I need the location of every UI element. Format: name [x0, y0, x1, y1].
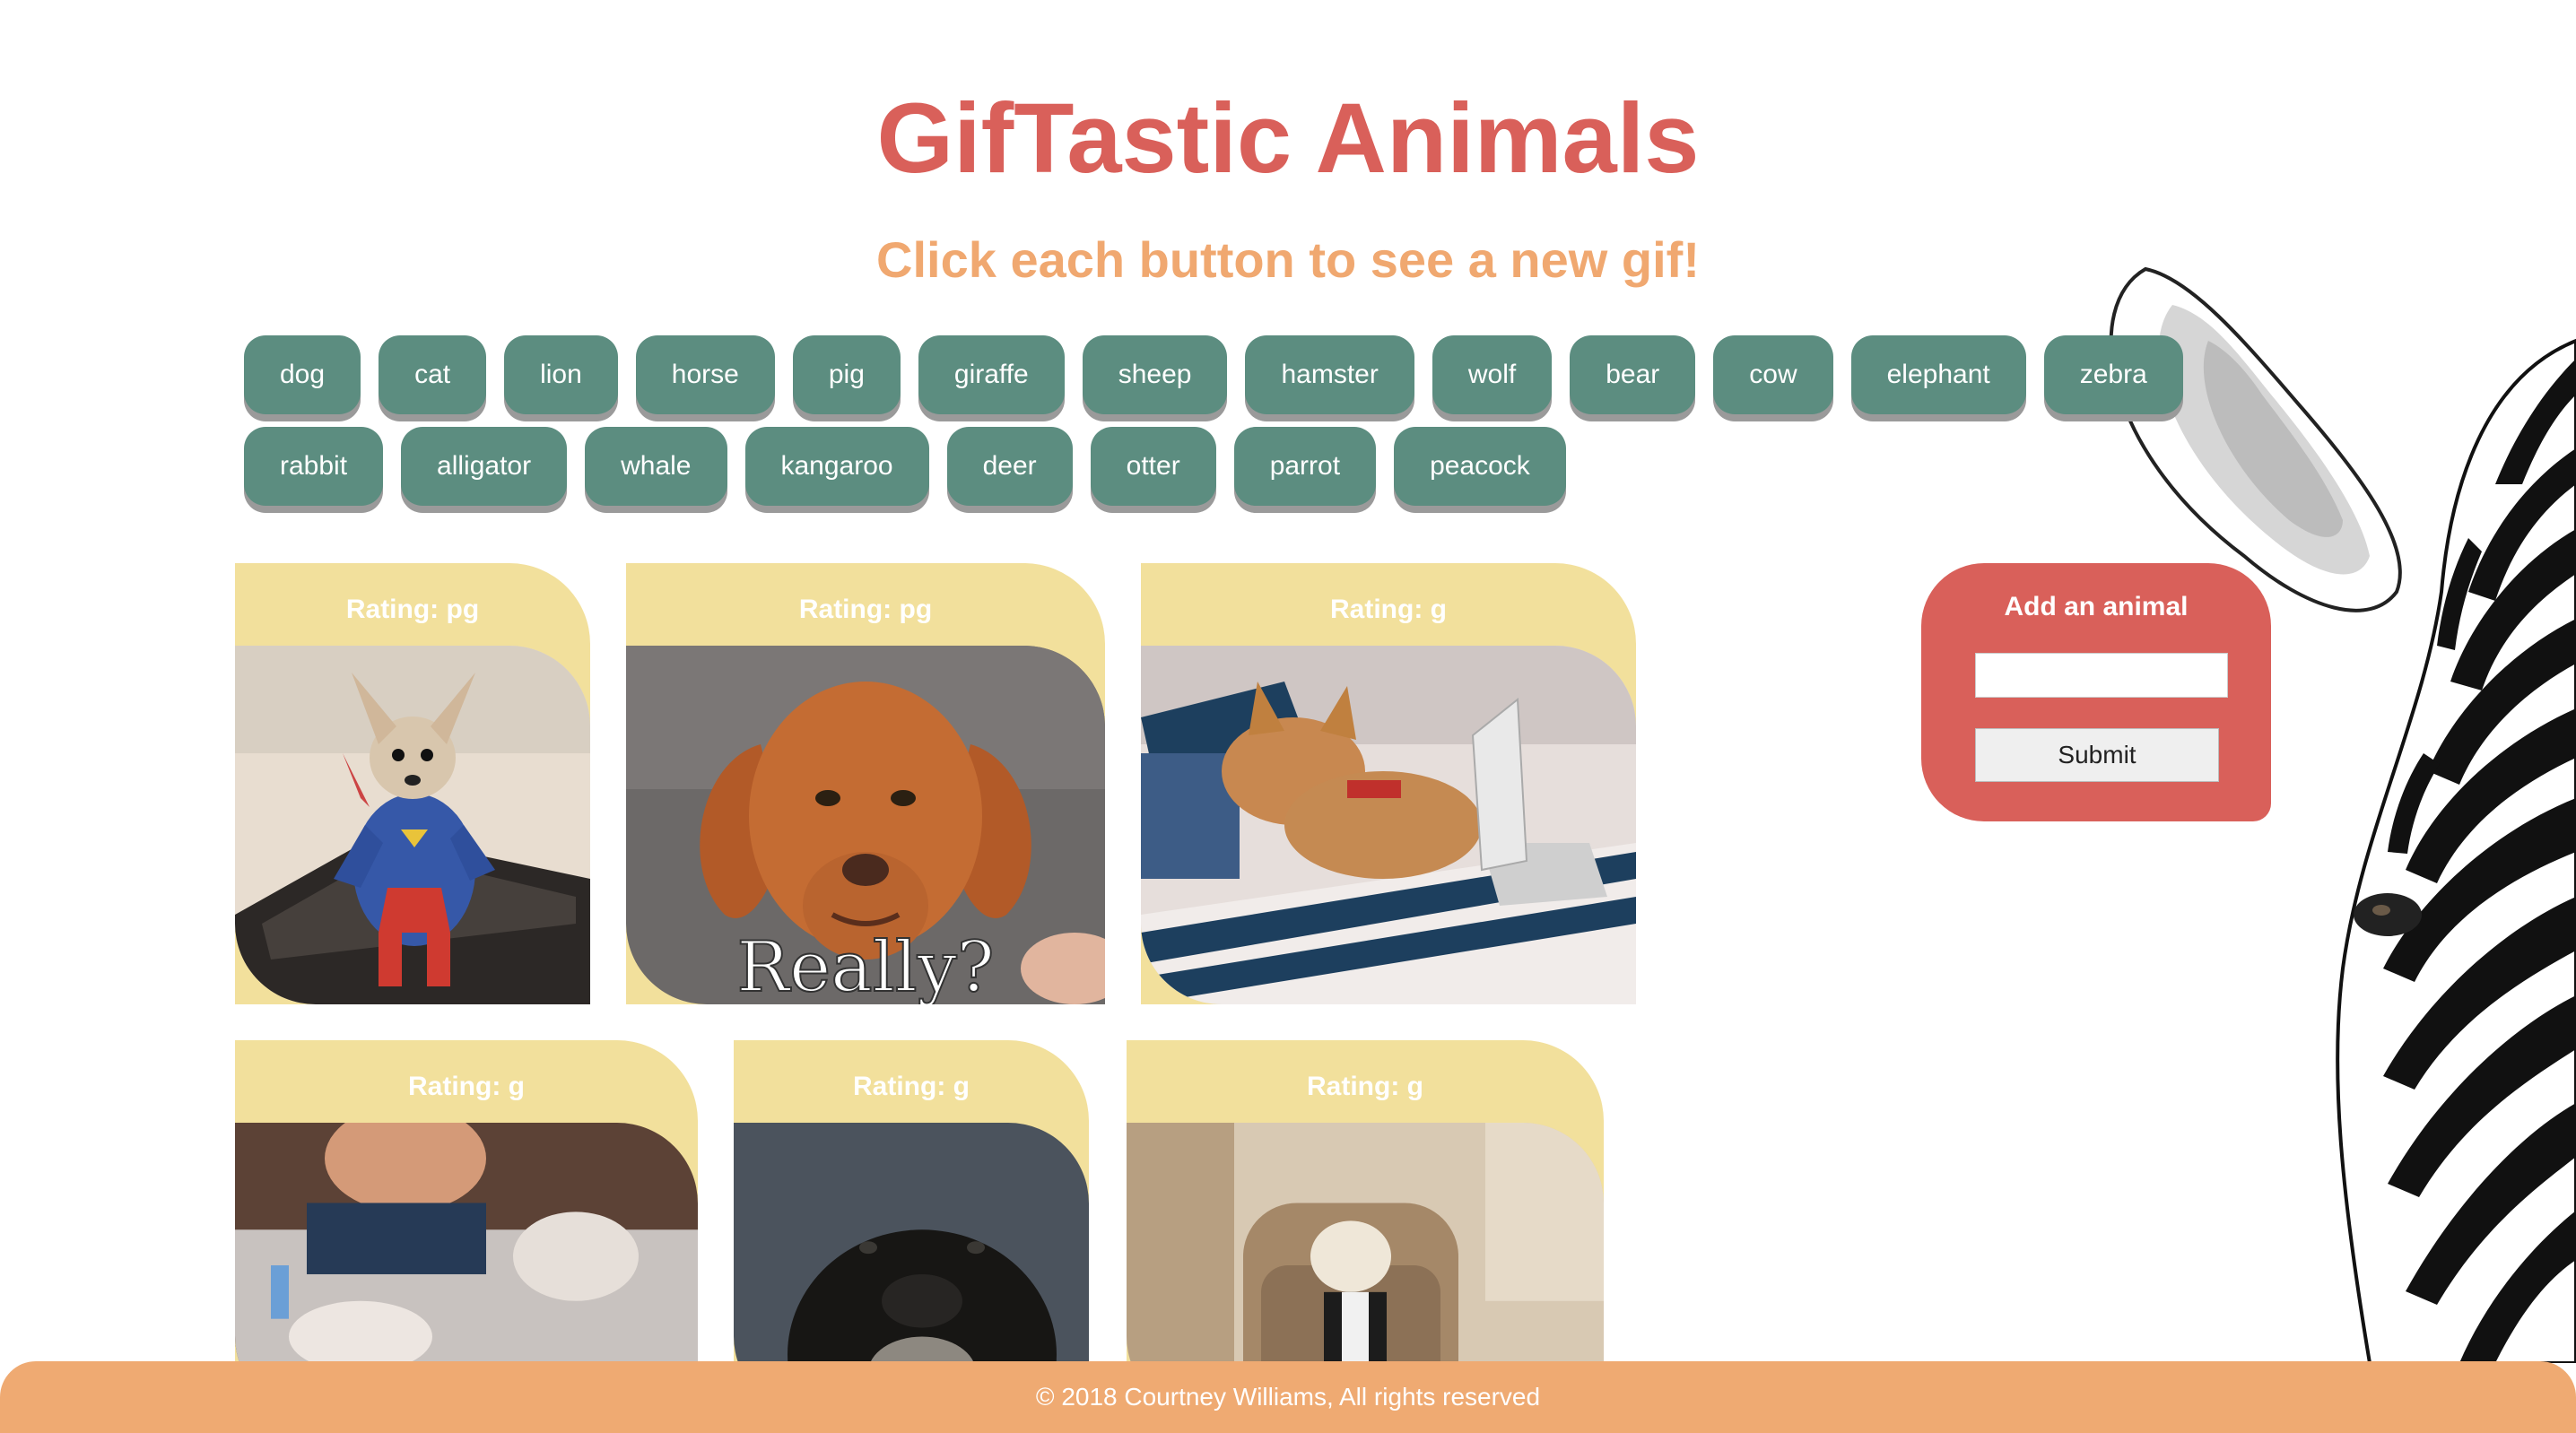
animal-button-lion[interactable]: lion: [504, 335, 618, 414]
animal-button-hamster[interactable]: hamster: [1245, 335, 1414, 414]
animal-button-rabbit[interactable]: rabbit: [244, 427, 384, 506]
gif-image-really-puppy[interactable]: Really?: [626, 646, 1105, 1004]
gif-card: Rating: g: [1127, 1040, 1604, 1417]
animal-button-zebra[interactable]: zebra: [2043, 335, 2183, 414]
gif-rating: Rating: pg: [798, 595, 933, 624]
gif-card: Rating: g: [235, 1040, 698, 1417]
footer: © 2018 Courtney Williams, All rights res…: [0, 1361, 2576, 1433]
animal-button-whale[interactable]: whale: [585, 427, 727, 506]
page-title: GifTastic Animals: [876, 83, 1700, 194]
gif-image-chihuahua[interactable]: [235, 646, 590, 1004]
gif-rating: Rating: g: [1330, 595, 1447, 624]
animal-button-otter[interactable]: otter: [1090, 427, 1216, 506]
animal-buttons-row-1: dog cat lion horse pig giraffe sheep hamster wol…: [244, 335, 2183, 414]
animal-button-parrot[interactable]: parrot: [1233, 427, 1377, 506]
animal-buttons-row-2: rabbit alligator whale kangaroo deer otter par…: [244, 427, 1566, 506]
gif-rating: Rating: g: [853, 1072, 970, 1101]
animal-button-alligator[interactable]: alligator: [401, 427, 568, 506]
gif-card: Rating: pg Really?: [626, 563, 1105, 1004]
gif-card: Rating: g: [734, 1040, 1089, 1417]
add-animal-form: Add an animal Submit: [1921, 563, 2271, 821]
animal-button-deer[interactable]: deer: [946, 427, 1073, 506]
gif-rating: Rating: g: [408, 1072, 525, 1101]
gif-caption: Really?: [736, 927, 994, 1004]
gif-card: Rating: g: [1141, 563, 1636, 1004]
animal-button-horse[interactable]: horse: [635, 335, 775, 414]
animal-button-wolf[interactable]: wolf: [1432, 335, 1553, 414]
animal-button-peacock[interactable]: peacock: [1394, 427, 1566, 506]
animal-input[interactable]: [1975, 653, 2228, 698]
gif-card: Rating: pg: [235, 563, 590, 1004]
page: GifTastic Animals Click each button to s…: [0, 0, 2576, 1433]
animal-button-sheep[interactable]: sheep: [1082, 335, 1228, 414]
animal-button-kangaroo[interactable]: kangaroo: [744, 427, 929, 506]
animal-button-cow[interactable]: cow: [1713, 335, 1833, 414]
gif-rating: Rating: pg: [345, 595, 480, 624]
gif-rating: Rating: g: [1307, 1072, 1423, 1101]
animal-button-dog[interactable]: dog: [244, 335, 361, 414]
gif-image-shiba-laptop[interactable]: [1141, 646, 1636, 1004]
submit-button[interactable]: Submit: [1975, 728, 2219, 782]
animal-button-cat[interactable]: cat: [379, 335, 487, 414]
animal-button-giraffe[interactable]: giraffe: [918, 335, 1065, 414]
animal-button-bear[interactable]: bear: [1570, 335, 1696, 414]
animal-button-pig[interactable]: pig: [792, 335, 901, 414]
animal-button-elephant[interactable]: elephant: [1850, 335, 2026, 414]
add-animal-title: Add an animal: [2004, 592, 2189, 621]
footer-copyright: © 2018 Courtney Williams, All rights res…: [1035, 1383, 1541, 1411]
